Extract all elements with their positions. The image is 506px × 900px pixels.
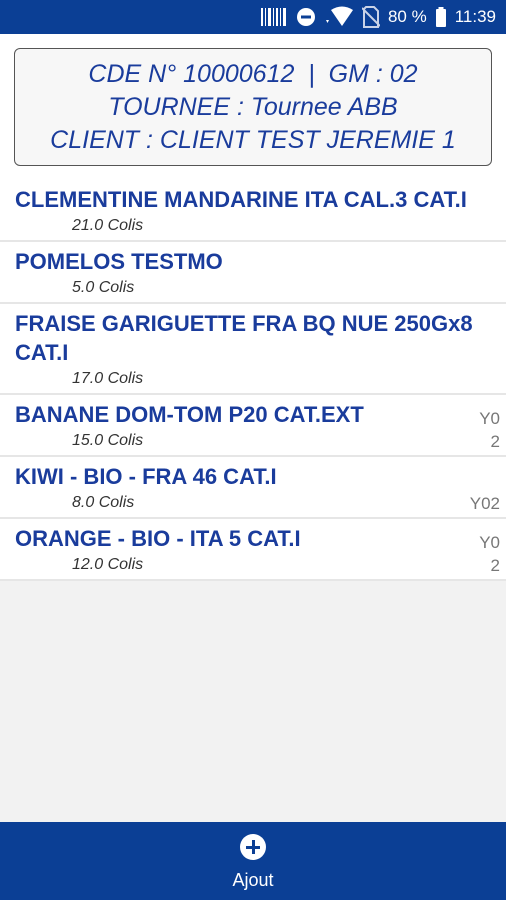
order-header: CDE N° 10000612 | GM : 02 TOURNEE : Tour… — [0, 34, 506, 180]
list-item[interactable]: ORANGE - BIO - ITA 5 CAT.I 12.0 Colis Y0… — [0, 519, 506, 581]
add-button-label: Ajout — [232, 870, 274, 890]
item-code: Y0 2 — [479, 409, 500, 451]
item-quantity: 5.0 Colis — [72, 279, 135, 296]
wifi-icon — [324, 6, 354, 28]
list-item[interactable]: POMELOS TESTMO 5.0 Colis — [0, 242, 506, 304]
item-quantity: 15.0 Colis — [72, 432, 144, 449]
add-circle-icon — [240, 834, 266, 860]
status-bar-icons: 80 % 11:39 — [260, 0, 496, 34]
order-tour: TOURNEE : Tournee ABB — [108, 93, 398, 121]
battery-percentage: 80 % — [387, 7, 427, 26]
order-items-list: CLEMENTINE MANDARINE ITA CAL.3 CAT.I 21.… — [0, 180, 506, 581]
order-client: CLIENT : CLIENT TEST JEREMIE 1 — [50, 126, 456, 154]
item-quantity: 21.0 Colis — [72, 217, 144, 234]
item-name: BANANE DOM-TOM P20 CAT.EXT — [15, 402, 364, 427]
order-number: CDE N° 10000612 | GM : 02 — [88, 60, 418, 88]
item-quantity: 12.0 Colis — [72, 556, 144, 573]
status-bar: 80 % 11:39 — [0, 0, 506, 34]
item-name: ORANGE - BIO - ITA 5 CAT.I — [15, 526, 301, 551]
do-not-disturb-icon — [296, 7, 316, 27]
list-item[interactable]: BANANE DOM-TOM P20 CAT.EXT 15.0 Colis Y0… — [0, 395, 506, 457]
list-item[interactable]: FRAISE GARIGUETTE FRA BQ NUE 250Gx8 CAT.… — [0, 304, 506, 395]
item-name: POMELOS TESTMO — [15, 249, 223, 274]
battery-icon — [435, 6, 447, 28]
clock: 11:39 — [454, 7, 496, 26]
no-sim-icon — [361, 6, 380, 28]
barcode-icon — [260, 7, 288, 27]
bottom-navigation-bar: Ajout — [0, 822, 506, 900]
item-quantity: 17.0 Colis — [72, 370, 144, 387]
item-name: KIWI - BIO - FRA 46 CAT.I — [15, 464, 277, 489]
list-item[interactable]: CLEMENTINE MANDARINE ITA CAL.3 CAT.I 21.… — [0, 180, 506, 242]
list-item[interactable]: KIWI - BIO - FRA 46 CAT.I 8.0 Colis Y02 — [0, 457, 506, 519]
item-name: FRAISE GARIGUETTE FRA BQ NUE 250Gx8 CAT.… — [15, 311, 473, 365]
item-quantity: 8.0 Colis — [72, 494, 135, 511]
item-code: Y0 2 — [479, 533, 500, 575]
order-info-box: CDE N° 10000612 | GM : 02 TOURNEE : Tour… — [14, 48, 492, 166]
item-code: Y02 — [469, 494, 500, 513]
add-button[interactable]: Ajout — [213, 834, 293, 894]
item-name: CLEMENTINE MANDARINE ITA CAL.3 CAT.I — [15, 187, 467, 212]
